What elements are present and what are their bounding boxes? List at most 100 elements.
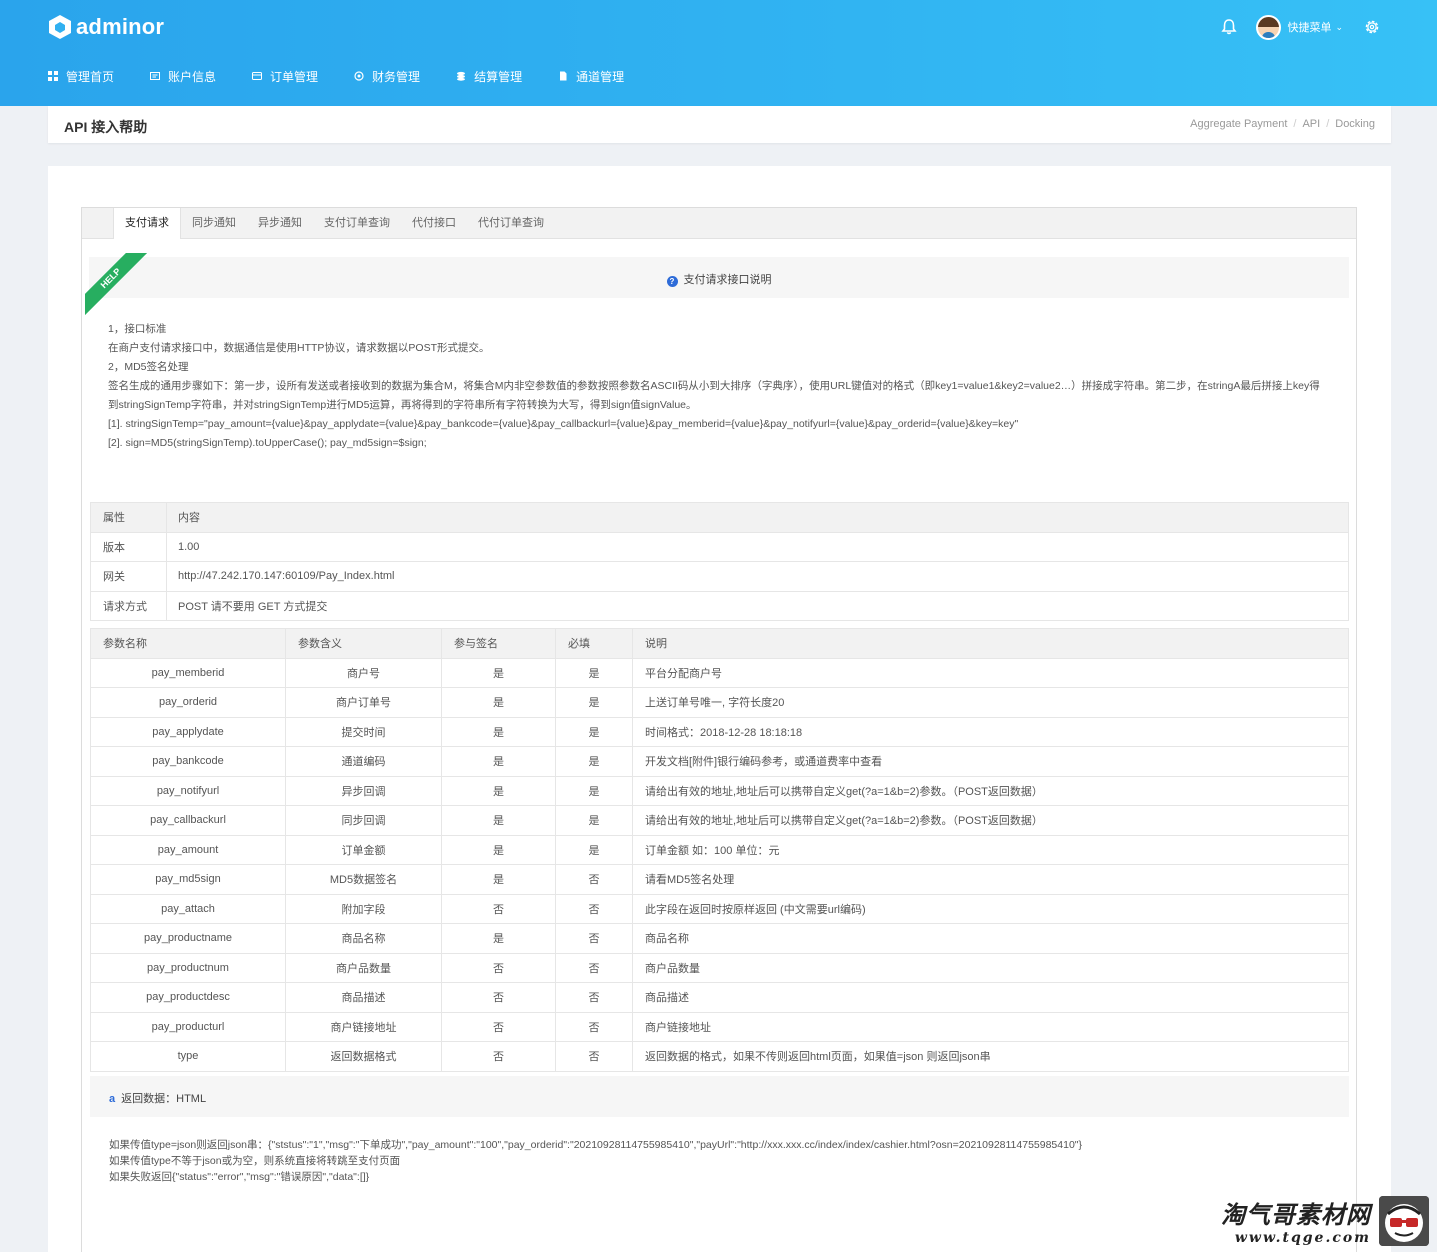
param-required-cell: 否 (555, 923, 633, 954)
tab-payout-api[interactable]: 代付接口 (401, 208, 467, 238)
param-required-cell: 否 (555, 982, 633, 1013)
param-name-cell: pay_attach (90, 893, 286, 924)
param-required-cell: 是 (555, 687, 633, 718)
param-desc-cell: 请给出有效的地址,地址后可以携带自定义get(?a=1&b=2)参数。（POST… (632, 775, 1349, 806)
param-desc-cell: 开发文档[附件]银行编码参考，或通道费率中查看 (632, 746, 1349, 777)
help-line: 2，MD5签名处理 (108, 361, 189, 373)
tab-pay-request[interactable]: 支付请求 (113, 208, 181, 239)
return-line: 如果传值type=json则返回json串：{"ststus":"1","msg… (109, 1139, 1083, 1151)
help-header: ? 支付请求接口说明 (89, 257, 1349, 298)
param-required-cell: 是 (555, 716, 633, 747)
gear-icon[interactable] (1363, 18, 1381, 36)
return-section: a 返回数据：HTML 如果传值type=json则返回json串：{"ststu… (90, 1076, 1349, 1212)
bell-icon[interactable] (1219, 17, 1239, 37)
param-name-cell: pay_memberid (90, 657, 286, 688)
param-meaning-cell: 商户品数量 (285, 952, 442, 983)
param-name-cell: pay_producturl (90, 1011, 286, 1042)
avatar[interactable] (1256, 14, 1282, 40)
param-meaning-cell: MD5数据签名 (285, 864, 442, 895)
breadcrumb-item[interactable]: API (1302, 118, 1320, 130)
nav-label: 管理首页 (66, 69, 115, 84)
param-signed-cell: 否 (441, 982, 556, 1013)
table-header-cell: 必填 (555, 628, 633, 659)
param-desc-cell: 请给出有效的地址,地址后可以携带自定义get(?a=1&b=2)参数。（POST… (632, 805, 1349, 836)
param-name-cell: pay_applydate (90, 716, 286, 747)
param-required-cell: 是 (555, 746, 633, 777)
api-docs-panel: 支付请求 同步通知 异步通知 支付订单查询 代付接口 代付订单查询 ? 支付请求接… (81, 207, 1357, 1252)
param-desc-cell: 时间格式：2018-12-28 18:18:18 (632, 716, 1349, 747)
tab-async-notify[interactable]: 异步通知 (247, 208, 313, 238)
nav-item-dashboard[interactable]: 管理首页 (48, 68, 114, 85)
table-row: pay_md5sign MD5数据签名是否请看MD5签名处理 (90, 864, 1349, 895)
brand-name: adminor (76, 14, 165, 39)
logo-cube-icon (49, 15, 71, 39)
nav-item-channels[interactable]: 通道管理 (558, 68, 624, 85)
nav-label: 结算管理 (474, 69, 523, 84)
param-signed-cell: 是 (441, 864, 556, 895)
param-signed-cell: 是 (441, 834, 556, 865)
param-desc-cell: 订单金额 如：100 单位：元 (632, 834, 1349, 865)
tab-sync-notify[interactable]: 同步通知 (181, 208, 247, 238)
param-name-cell: pay_orderid (90, 687, 286, 718)
table-row: 请求方式 POST 请不要用 GET 方式提交 (90, 590, 1349, 621)
tab-bar: 支付请求 同步通知 异步通知 支付订单查询 代付接口 代付订单查询 (82, 208, 1356, 239)
table-cell: 1.00 (166, 531, 1349, 562)
param-meaning-cell: 商户订单号 (285, 687, 442, 718)
table-row: pay_bankcode 通道编码是是开发文档[附件]银行编码参考，或通道费率中查… (90, 746, 1349, 777)
order-icon (252, 72, 263, 80)
brand-logo[interactable]: adminor (48, 13, 164, 41)
channel-icon (560, 71, 567, 81)
param-signed-cell: 是 (441, 746, 556, 777)
nav-item-account[interactable]: 账户信息 (150, 68, 216, 85)
param-meaning-cell: 订单金额 (285, 834, 442, 865)
param-desc-cell: 请看MD5签名处理 (632, 864, 1349, 895)
return-line: 如果失败返回{"status":"error","msg":"错误原因","da… (109, 1171, 370, 1183)
param-signed-cell: 是 (441, 923, 556, 954)
param-desc-cell: 上送订单号唯一, 字符长度20 (632, 687, 1349, 718)
watermark-logo-icon (1379, 1195, 1429, 1246)
table-cell: 网关 (90, 561, 167, 592)
help-line: 1，接口标准 (108, 323, 167, 335)
param-signed-cell: 否 (441, 893, 556, 924)
tab-payout-query[interactable]: 代付订单查询 (467, 208, 555, 238)
help-title: ? 支付请求接口说明 (89, 271, 1349, 287)
param-name-cell: pay_amount (90, 834, 286, 865)
nav-item-orders[interactable]: 订单管理 (252, 68, 318, 85)
chevron-down-icon[interactable]: ⌄ (1335, 22, 1343, 33)
breadcrumb: Aggregate Payment / API / Docking (1190, 118, 1375, 130)
table-header-cell: 属性 (90, 502, 167, 533)
param-meaning-cell: 商品描述 (285, 982, 442, 1013)
param-desc-cell: 平台分配商户号 (632, 657, 1349, 688)
param-signed-cell: 是 (441, 687, 556, 718)
info-table: 属性 内容 版本 1.00 网关 http://47.242.170.147:6… (90, 502, 1349, 621)
return-title-text: 返回数据：HTML (121, 1093, 207, 1105)
nav-item-finance[interactable]: 财务管理 (354, 68, 420, 85)
breadcrumb-item[interactable]: Aggregate Payment (1190, 118, 1287, 130)
return-header: a 返回数据：HTML (90, 1076, 1349, 1117)
param-required-cell: 否 (555, 1041, 633, 1072)
page-title: API 接入帮助 (64, 119, 148, 135)
param-signed-cell: 是 (441, 805, 556, 836)
watermark-en: www.tqge.com (1234, 1230, 1371, 1246)
table-cell: http://47.242.170.147:60109/Pay_Index.ht… (166, 561, 1349, 592)
nav-label: 账户信息 (168, 69, 217, 84)
param-name-cell: type (90, 1041, 286, 1072)
param-meaning-cell: 提交时间 (285, 716, 442, 747)
table-row: type 返回数据格式否否返回数据的格式，如果不传则返回html页面，如果值=js… (90, 1041, 1349, 1072)
table-row: pay_producturl 商户链接地址否否商户链接地址 (90, 1011, 1349, 1042)
table-cell: POST 请不要用 GET 方式提交 (166, 590, 1349, 621)
nav-item-settlement[interactable]: 结算管理 (456, 68, 522, 85)
quick-menu-label[interactable]: 快捷菜单 (1287, 19, 1331, 35)
help-line: 签名生成的通用步骤如下：第一步，设所有发送或者接收到的数据为集合M，将集合M内非… (108, 380, 1320, 411)
watermark-cn: 淘气哥素材网 (1221, 1200, 1371, 1229)
tab-order-query[interactable]: 支付订单查询 (313, 208, 401, 238)
table-cell: 版本 (90, 531, 167, 562)
watermark: 淘气哥素材网 www.tqge.com (1221, 1195, 1429, 1246)
param-name-cell: pay_callbackurl (90, 805, 286, 836)
dashboard-icon (48, 71, 58, 81)
top-header: adminor 快捷菜单 ⌄ 管理首页 账户信息 订单管理 财务管理 结算管理 … (0, 0, 1437, 106)
param-meaning-cell: 返回数据格式 (285, 1041, 442, 1072)
param-required-cell: 是 (555, 657, 633, 688)
param-meaning-cell: 商户链接地址 (285, 1011, 442, 1042)
param-desc-cell: 商品名称 (632, 923, 1349, 954)
